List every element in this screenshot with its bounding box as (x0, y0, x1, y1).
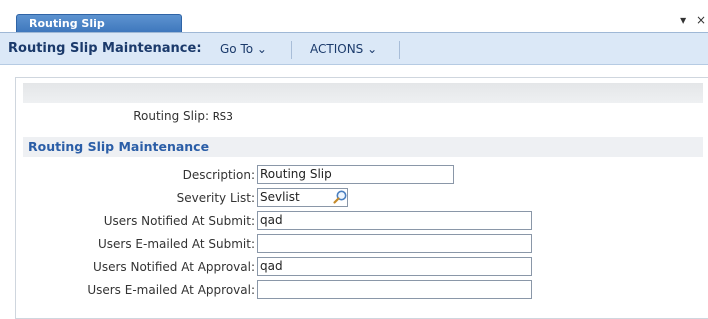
actions-menu[interactable]: ACTIONS ⌄ (310, 42, 377, 56)
goto-menu[interactable]: Go To ⌄ (220, 42, 267, 56)
users-notified-approval-label: Users Notified At Approval: (93, 260, 255, 274)
form-panel: Routing Slip: RS3 Routing Slip Maintenan… (15, 77, 708, 319)
toolbar-divider (291, 41, 292, 59)
routing-slip-value: RS3 (213, 110, 233, 123)
users-notified-submit-field[interactable]: qad (257, 211, 532, 230)
tab-menu-icon[interactable]: ▾ (680, 13, 686, 27)
users-emailed-approval-label: Users E-mailed At Approval: (87, 283, 255, 297)
section-header: Routing Slip Maintenance (23, 137, 703, 157)
users-emailed-submit-label: Users E-mailed At Submit: (98, 237, 255, 251)
description-label: Description: (182, 168, 255, 182)
description-field[interactable]: Routing Slip (257, 165, 454, 184)
routing-slip-label: Routing Slip: (133, 109, 209, 123)
users-emailed-approval-field[interactable] (257, 280, 532, 299)
tab-controls: ▾ × (674, 13, 706, 27)
tab-routing-slip-maintenance[interactable]: Routing Slip Maintenance (16, 14, 182, 48)
tab-strip: Routing Slip Maintenance ▾ × (0, 0, 708, 48)
users-emailed-submit-field[interactable] (257, 234, 532, 253)
toolbar-divider (399, 41, 400, 59)
users-notified-approval-field[interactable]: qad (257, 257, 532, 276)
toolbar: Routing Slip Maintenance: Go To ⌄ ACTION… (0, 32, 708, 65)
toolbar-title: Routing Slip Maintenance: (8, 41, 202, 56)
magnifier-icon[interactable] (332, 189, 348, 205)
severity-list-label: Severity List: (176, 191, 255, 205)
users-notified-submit-label: Users Notified At Submit: (103, 214, 255, 228)
panel-header-bar (23, 83, 703, 103)
close-icon[interactable]: × (696, 13, 706, 27)
